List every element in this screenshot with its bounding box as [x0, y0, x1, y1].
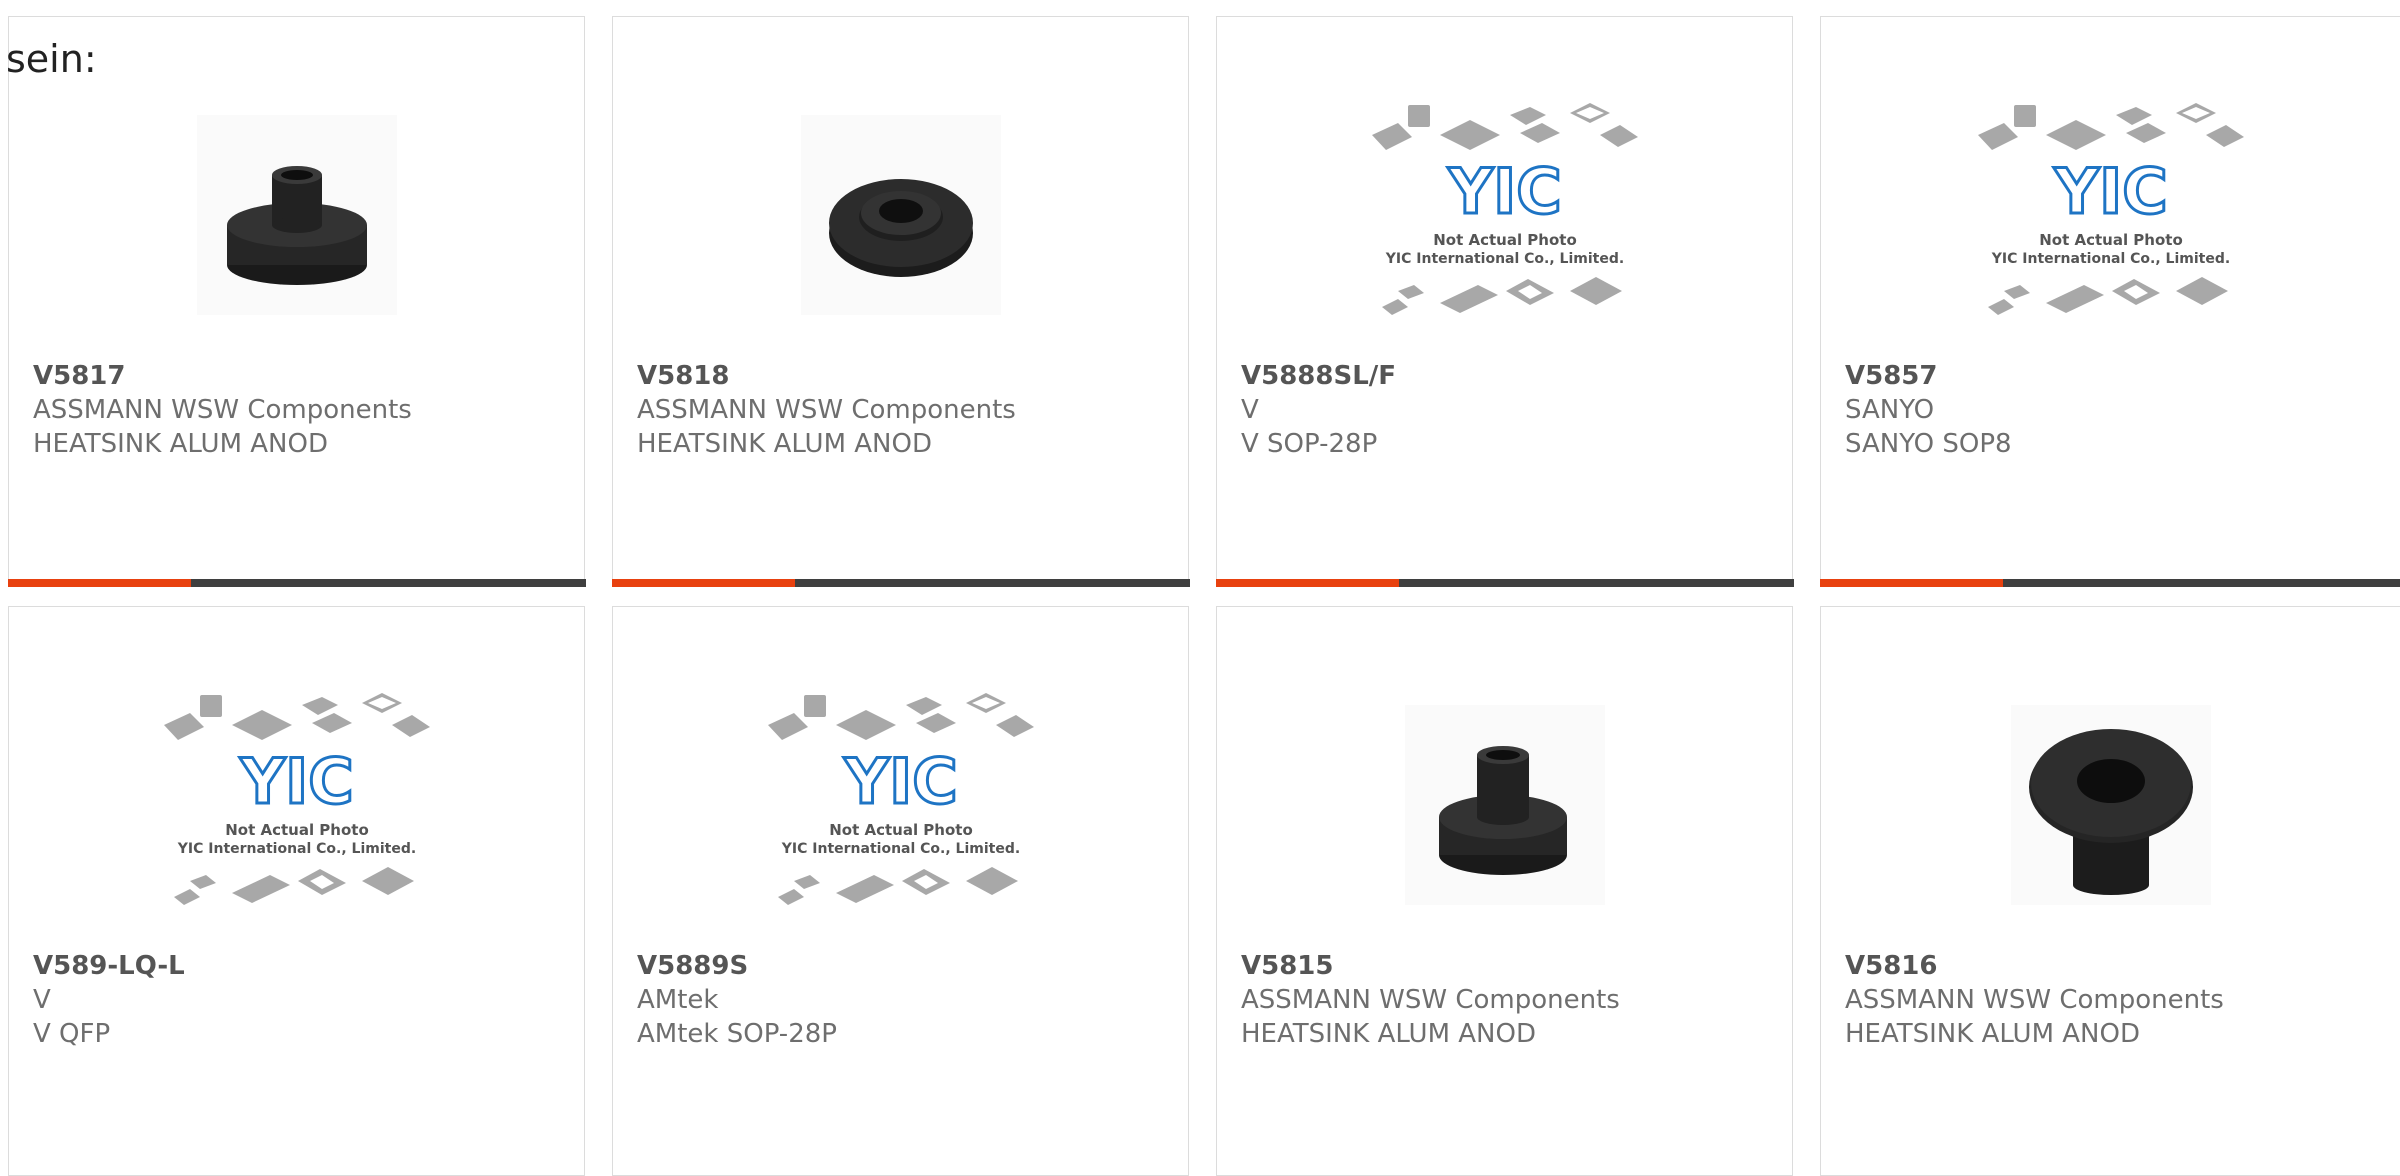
- product-image[interactable]: [9, 71, 584, 359]
- svg-text:Not Actual Photo: Not Actual Photo: [2039, 231, 2183, 249]
- svg-text:Not Actual Photo: Not Actual Photo: [225, 821, 369, 839]
- card-bar: [1216, 579, 1794, 587]
- product-description: SANYO SOP8: [1845, 427, 2388, 461]
- not-actual-photo-icon: YIC Not Actual Photo YIC International C…: [766, 685, 1036, 925]
- product-manufacturer: ASSMANN WSW Components: [637, 393, 1176, 427]
- product-card[interactable]: YIC Not Actual Photo YIC International C…: [1820, 16, 2400, 586]
- svg-text:Not Actual Photo: Not Actual Photo: [829, 821, 973, 839]
- svg-text:YIC International Co., Limited: YIC International Co., Limited.: [176, 841, 415, 857]
- bushing-top-icon: [2011, 705, 2211, 905]
- product-card[interactable]: V5818 ASSMANN WSW Components HEATSINK AL…: [612, 16, 1189, 586]
- product-image[interactable]: YIC Not Actual Photo YIC International C…: [9, 661, 584, 949]
- product-manufacturer: V: [1241, 393, 1780, 427]
- product-manufacturer: ASSMANN WSW Components: [1845, 983, 2388, 1017]
- product-image[interactable]: YIC Not Actual Photo YIC International C…: [1217, 71, 1792, 359]
- product-image[interactable]: [1821, 661, 2400, 949]
- not-actual-photo-icon: YIC Not Actual Photo YIC International C…: [162, 685, 432, 925]
- card-bar-accent: [1216, 579, 1399, 587]
- product-card[interactable]: YIC Not Actual Photo YIC International C…: [1216, 16, 1793, 586]
- bushing-flat-icon: [801, 115, 1001, 315]
- product-manufacturer: ASSMANN WSW Components: [33, 393, 572, 427]
- product-manufacturer: AMtek: [637, 983, 1176, 1017]
- svg-text:YIC: YIC: [843, 745, 957, 818]
- product-image[interactable]: YIC Not Actual Photo YIC International C…: [1821, 71, 2400, 359]
- not-actual-photo-icon: YIC Not Actual Photo YIC International C…: [1370, 95, 1640, 335]
- product-part-number[interactable]: V5857: [1845, 359, 2388, 393]
- product-image[interactable]: YIC Not Actual Photo YIC International C…: [613, 661, 1188, 949]
- svg-text:YIC: YIC: [2053, 155, 2167, 228]
- product-part-number[interactable]: V5889S: [637, 949, 1176, 983]
- svg-text:Not Actual Photo: Not Actual Photo: [1433, 231, 1577, 249]
- svg-text:YIC International Co., Limited: YIC International Co., Limited.: [1384, 251, 1623, 267]
- product-part-number[interactable]: V5815: [1241, 949, 1780, 983]
- product-manufacturer: V: [33, 983, 572, 1017]
- product-description: AMtek SOP-28P: [637, 1017, 1176, 1051]
- product-part-number[interactable]: V5888SL/F: [1241, 359, 1780, 393]
- product-card[interactable]: V5816 ASSMANN WSW Components HEATSINK AL…: [1820, 606, 2400, 1176]
- product-image[interactable]: [1217, 661, 1792, 949]
- product-description: HEATSINK ALUM ANOD: [637, 427, 1176, 461]
- product-card[interactable]: V5817 ASSMANN WSW Components HEATSINK AL…: [8, 16, 585, 586]
- card-bar: [8, 579, 586, 587]
- bushing-side-icon: [1405, 705, 1605, 905]
- card-bar-accent: [612, 579, 795, 587]
- product-part-number[interactable]: V5818: [637, 359, 1176, 393]
- card-bar: [612, 579, 1190, 587]
- card-bar-accent: [8, 579, 191, 587]
- product-part-number[interactable]: V5816: [1845, 949, 2388, 983]
- product-card[interactable]: V5815 ASSMANN WSW Components HEATSINK AL…: [1216, 606, 1793, 1176]
- svg-text:YIC: YIC: [1447, 155, 1561, 228]
- product-description: HEATSINK ALUM ANOD: [1845, 1017, 2388, 1051]
- bushing-side-icon: [197, 115, 397, 315]
- section-heading: sein:: [6, 40, 97, 78]
- card-bar: [1820, 579, 2400, 587]
- product-card[interactable]: YIC Not Actual Photo YIC International C…: [612, 606, 1189, 1176]
- product-part-number[interactable]: V589-LQ-L: [33, 949, 572, 983]
- not-actual-photo-icon: YIC Not Actual Photo YIC International C…: [1976, 95, 2246, 335]
- product-card[interactable]: YIC Not Actual Photo YIC International C…: [8, 606, 585, 1176]
- product-description: HEATSINK ALUM ANOD: [33, 427, 572, 461]
- svg-text:YIC: YIC: [239, 745, 353, 818]
- product-description: V QFP: [33, 1017, 572, 1051]
- product-description: V SOP-28P: [1241, 427, 1780, 461]
- product-manufacturer: ASSMANN WSW Components: [1241, 983, 1780, 1017]
- svg-text:YIC International Co., Limited: YIC International Co., Limited.: [1990, 251, 2229, 267]
- product-part-number[interactable]: V5817: [33, 359, 572, 393]
- svg-text:YIC International Co., Limited: YIC International Co., Limited.: [780, 841, 1019, 857]
- product-image[interactable]: [613, 71, 1188, 359]
- product-manufacturer: SANYO: [1845, 393, 2388, 427]
- product-description: HEATSINK ALUM ANOD: [1241, 1017, 1780, 1051]
- card-bar-accent: [1820, 579, 2003, 587]
